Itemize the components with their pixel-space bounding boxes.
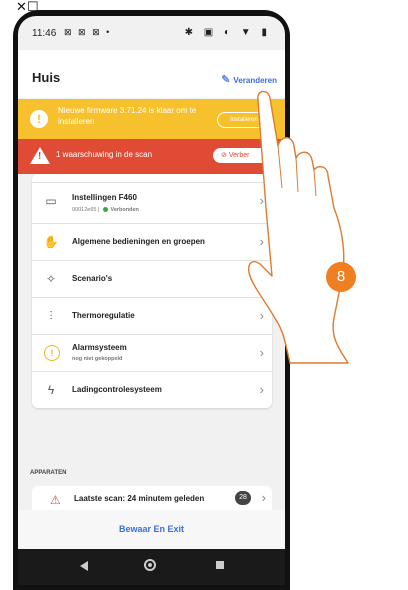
separator: | [98,207,100,213]
info-alert-icon: ! [30,110,48,128]
android-nav-bar [18,549,285,585]
footer: Bewaar En Exit [18,510,285,549]
edit-label: Veranderen [233,76,277,85]
nav-recents-icon[interactable] [216,561,224,569]
list-item-label: Alarmsysteem [72,343,127,352]
gateway-device-icon: ▭ [45,194,57,208]
chevron-right-icon: › [259,382,264,397]
lightning-icon: ϟ [47,383,55,397]
system-status-icons: ✱ ▣ ◐ ▼ ▮ [184,27,271,38]
thermometer-icon: ⫶ [49,309,53,323]
installation-title: Instellingen F460 [72,193,137,202]
installation-status: 00012e65 | Verbonden [72,207,139,213]
warning-triangle-icon: ⚠ [50,493,61,507]
step-number-badge: 8 [326,262,356,292]
warning-message: 1 waarschuwing in de scan [56,150,153,159]
firmware-message: Nieuwe firmware 3.71.24 is klaar om te i… [58,106,197,126]
star-wand-icon: ✧ [45,272,57,286]
alarm-warning-icon: ! [44,345,60,361]
pointing-hand-illustration [248,90,349,364]
alarm-sublabel: nog niet gekoppeld [72,356,123,362]
status-time: 11:46 [32,28,57,39]
edit-button[interactable]: ✎ Veranderen [221,73,277,86]
list-item-load-control[interactable]: ϟ Ladingcontrolesysteem › [32,372,272,408]
hand-icon: ✋ [43,235,59,249]
connected-dot-icon [103,207,109,213]
connection-status: Verbonden [110,207,139,213]
status-bar: 11:46 ⊠ ⊠ ⊠ • ✱ ▣ ◐ ▼ ▮ [18,27,285,50]
warning-triangle-icon: ! [30,147,50,164]
chevron-right-icon: › [261,490,266,505]
notification-icons: ⊠ ⊠ ⊠ • [64,27,112,37]
list-item-label: Thermoregulatie [72,311,135,320]
nav-back-icon[interactable] [80,561,88,571]
list-item-label: Scenario's [72,274,113,283]
eye-off-icon: ⊘ [221,152,227,159]
pencil-icon: ✎ [221,74,231,86]
scan-count-badge: 28 [235,491,251,505]
last-scan-row[interactable]: ⚠ Laatste scan: 24 minutem geleden 28 › [32,486,272,510]
list-item-label: Algemene bedieningen en groepen [72,237,205,246]
list-item-label: Ladingcontrolesysteem [72,385,162,394]
save-exit-button[interactable]: Bewaar En Exit [18,524,285,534]
devices-heading: APPARATEN [30,470,67,476]
nav-home-icon[interactable] [144,559,156,571]
last-scan-label: Laatste scan: 24 minutem geleden [74,494,205,503]
page-title: Huis [32,70,61,85]
installation-code: 00012e65 [72,207,97,213]
